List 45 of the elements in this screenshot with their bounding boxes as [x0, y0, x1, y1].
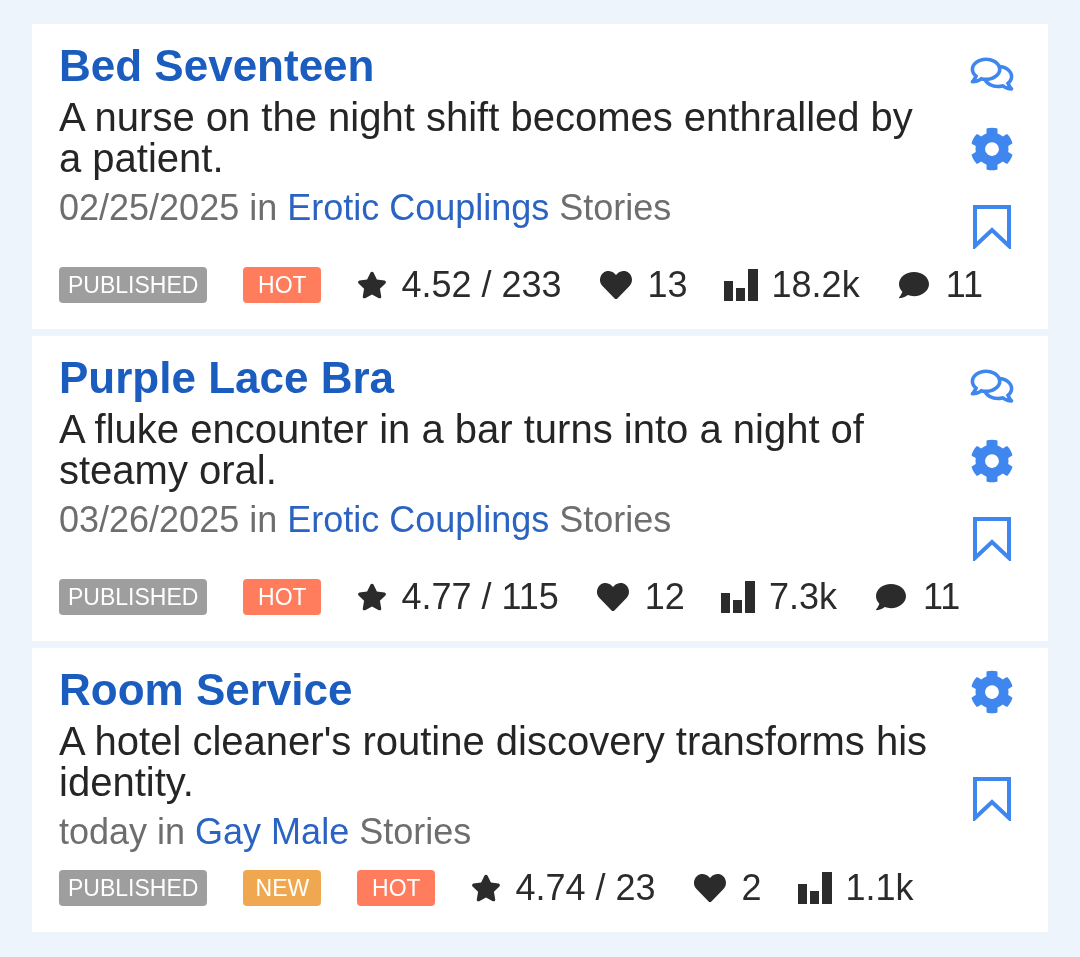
bookmark-icon[interactable] [973, 517, 1011, 561]
bookmark-icon[interactable] [973, 777, 1011, 821]
heart-icon [594, 581, 631, 613]
bar-chart-icon [720, 581, 755, 613]
category-link[interactable]: Erotic Couplings [287, 187, 550, 228]
likes-count: 12 [644, 577, 685, 617]
views-count: 7.3k [768, 577, 837, 617]
story-meta: 02/25/2025 in Erotic Couplings Stories [59, 188, 672, 228]
story-meta: today in Gay Male Stories [59, 812, 472, 852]
settings-icon[interactable] [970, 670, 1014, 714]
star-icon [471, 873, 502, 903]
rating-text: 4.77 / 115 [401, 577, 559, 617]
rating-text: 4.74 / 23 [515, 868, 656, 908]
story-meta: 03/26/2025 in Erotic Couplings Stories [59, 500, 672, 540]
views-count: 18.2k [771, 265, 860, 305]
star-icon [357, 270, 388, 300]
settings-icon[interactable] [970, 439, 1014, 483]
likes-count: 13 [647, 265, 688, 305]
status-badge: PUBLISHED [59, 267, 208, 303]
story-description: A hotel cleaner's routine discovery transforms his identity. [59, 721, 929, 803]
status-badge: PUBLISHED [59, 870, 208, 906]
star-icon [357, 582, 388, 612]
bar-chart-icon [797, 872, 832, 904]
heart-icon [691, 872, 728, 904]
settings-icon[interactable] [970, 127, 1014, 171]
story-title[interactable]: Bed Seventeen [59, 40, 375, 92]
comments-count: 11 [945, 265, 983, 305]
story-description: A nurse on the night shift becomes enthralled by a patient. [59, 97, 914, 179]
bookmark-icon[interactable] [973, 205, 1011, 249]
category-link[interactable]: Gay Male [195, 811, 350, 852]
comments-count: 11 [922, 577, 961, 617]
heart-icon [597, 269, 634, 301]
status-badge: PUBLISHED [59, 579, 208, 615]
hot-badge: HOT [243, 579, 322, 615]
hot-badge: HOT [243, 267, 322, 303]
story-description: A fluke encounter in a bar turns into a night of steamy oral. [59, 409, 865, 491]
views-count: 1.1k [845, 868, 914, 908]
rating-text: 4.52 / 233 [401, 265, 562, 305]
new-badge: NEW [243, 870, 322, 906]
category-link[interactable]: Erotic Couplings [287, 499, 550, 540]
hot-badge: HOT [357, 870, 436, 906]
story-title[interactable]: Purple Lace Bra [59, 352, 395, 404]
story-title[interactable]: Room Service [59, 664, 353, 716]
likes-count: 2 [741, 868, 762, 908]
bar-chart-icon [723, 269, 758, 301]
